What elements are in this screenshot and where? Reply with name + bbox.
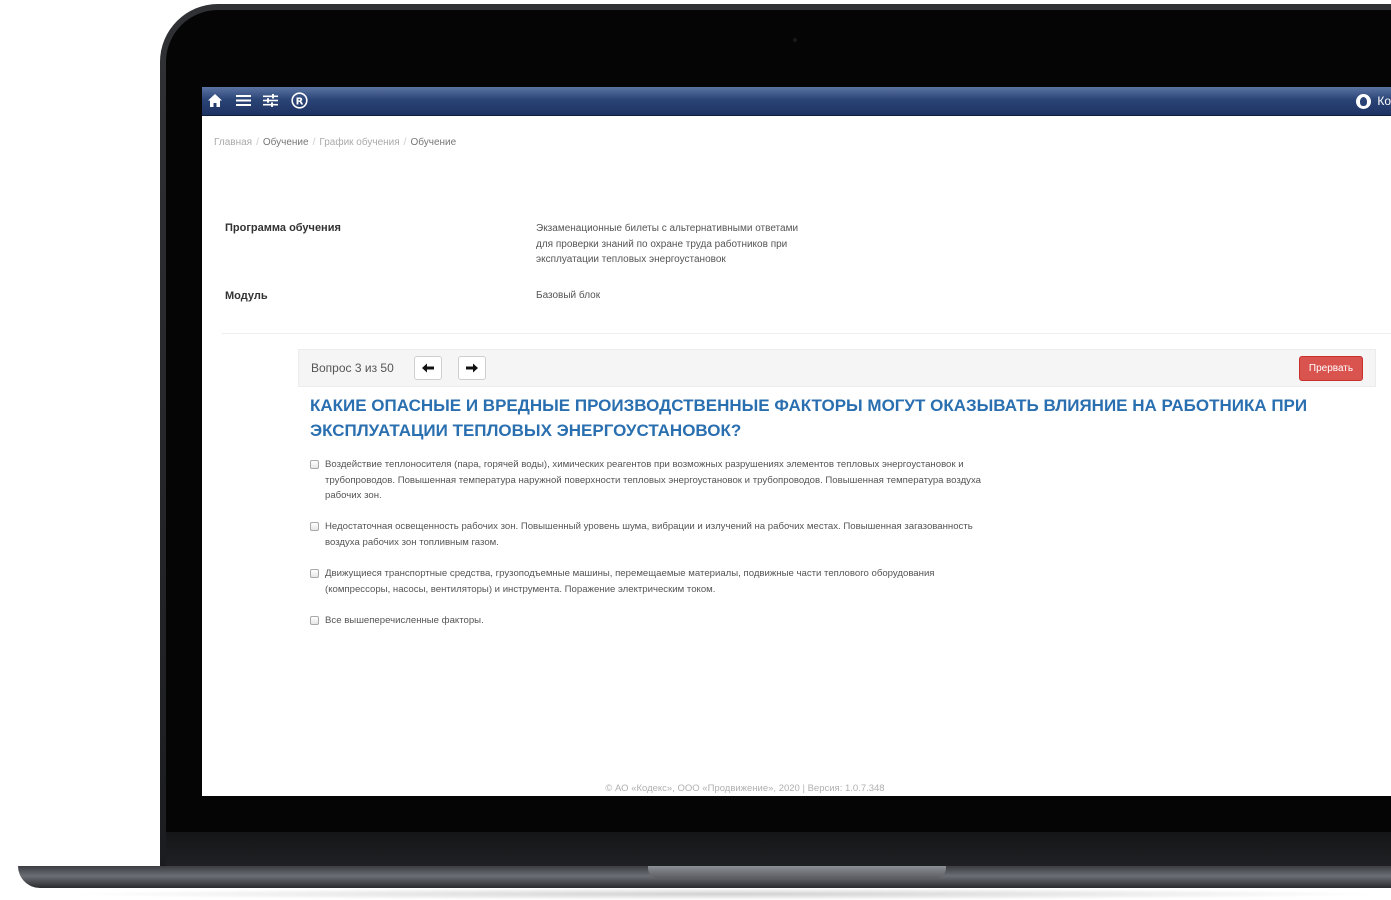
answer-checkbox[interactable] bbox=[310, 460, 319, 469]
program-value: Экзаменационные билеты с альтернативными… bbox=[536, 221, 798, 268]
breadcrumb-home[interactable]: Главная bbox=[214, 137, 252, 148]
answer-text-line: воздуха рабочих зон топливным газом. bbox=[325, 536, 499, 548]
breadcrumb-separator: / bbox=[312, 137, 316, 148]
answer-checkbox[interactable] bbox=[310, 522, 319, 531]
module-label: Модуль bbox=[225, 290, 268, 302]
answer-text-line: Воздействие теплоносителя (пара, горячей… bbox=[325, 459, 964, 470]
home-icon[interactable] bbox=[205, 89, 225, 111]
answer-text: Все вышеперечисленные факторы. bbox=[325, 613, 484, 629]
question-toolbar: Вопрос 3 из 50 Прервать bbox=[298, 349, 1376, 387]
stop-test-button[interactable]: Прервать bbox=[1299, 356, 1363, 381]
user-name: Ко bbox=[1377, 94, 1391, 108]
program-label: Программа обучения bbox=[225, 222, 341, 234]
user-avatar-icon bbox=[1356, 93, 1372, 109]
camera-icon bbox=[793, 38, 797, 42]
answer-text-line: Все вышеперечисленные факторы. bbox=[325, 615, 484, 626]
answer-text-line: (компрессоры, насосы, вентиляторы) и инс… bbox=[325, 583, 716, 595]
answer-text: Воздействие теплоносителя (пара, горячей… bbox=[325, 457, 981, 504]
sliders-icon[interactable] bbox=[260, 89, 280, 111]
section-divider bbox=[222, 333, 1391, 334]
device-mockup: R Ко Главная / Обучение / График обучения / Об… bbox=[0, 0, 1391, 900]
next-question-button[interactable] bbox=[458, 356, 486, 380]
breadcrumb-training[interactable]: Обучение bbox=[263, 137, 309, 148]
footer-copyright: © АО «Кодекс», ООО «Продвижение», 2020 |… bbox=[605, 783, 885, 794]
menu-icon[interactable] bbox=[233, 89, 253, 111]
registered-icon[interactable]: R bbox=[288, 89, 310, 111]
breadcrumb: Главная / Обучение / График обучения / Обучени… bbox=[214, 137, 456, 148]
app-screen: R Ко Главная / Обучение / График обучения / Об… bbox=[202, 87, 1391, 796]
answer-text-line: трубопроводов. Повышенная температура на… bbox=[325, 474, 982, 486]
laptop-chin bbox=[166, 832, 1391, 870]
top-navbar: R Ко bbox=[202, 87, 1391, 116]
answer-option[interactable]: Движущиеся транспортные средства, грузоп… bbox=[310, 566, 1090, 597]
answer-option[interactable]: Все вышеперечисленные факторы. bbox=[310, 613, 1090, 629]
program-value-line: для проверки знаний по охране труда рабо… bbox=[536, 238, 788, 250]
laptop-notch bbox=[648, 866, 946, 878]
question-title: КАКИЕ ОПАСНЫЕ И ВРЕДНЫЕ ПРОИЗВОДСТВЕННЫЕ… bbox=[310, 396, 1308, 440]
program-value-line: Экзаменационные билеты с альтернативными… bbox=[536, 223, 799, 234]
svg-text:R: R bbox=[295, 96, 303, 107]
answer-text-line: рабочих зон. bbox=[325, 490, 382, 501]
answer-option[interactable]: Воздействие теплоносителя (пара, горячей… bbox=[310, 457, 1090, 504]
breadcrumb-separator: / bbox=[403, 137, 407, 148]
question-counter: Вопрос 3 из 50 bbox=[311, 361, 394, 375]
answer-text: Недостаточная освещенность рабочих зон. … bbox=[325, 519, 973, 550]
answer-text-line: Недостаточная освещенность рабочих зон. … bbox=[325, 521, 973, 532]
program-value-line: эксплуатации тепловых энергоустановок bbox=[536, 254, 726, 265]
answer-option[interactable]: Недостаточная освещенность рабочих зон. … bbox=[310, 519, 1090, 550]
laptop-shadow bbox=[60, 888, 1390, 900]
arrow-right-icon bbox=[466, 363, 478, 373]
answer-checkbox[interactable] bbox=[310, 616, 319, 625]
breadcrumb-schedule[interactable]: График обучения bbox=[319, 137, 399, 148]
user-menu[interactable]: Ко bbox=[1356, 90, 1391, 112]
answer-checkbox[interactable] bbox=[310, 569, 319, 578]
answer-text-line: Движущиеся транспортные средства, грузоп… bbox=[325, 568, 935, 579]
breadcrumb-current: Обучение bbox=[410, 137, 457, 148]
arrow-left-icon bbox=[422, 363, 434, 373]
breadcrumb-separator: / bbox=[256, 137, 259, 148]
answer-text: Движущиеся транспортные средства, грузоп… bbox=[325, 566, 935, 597]
module-value: Базовый блок bbox=[536, 290, 601, 301]
previous-question-button[interactable] bbox=[414, 356, 442, 380]
